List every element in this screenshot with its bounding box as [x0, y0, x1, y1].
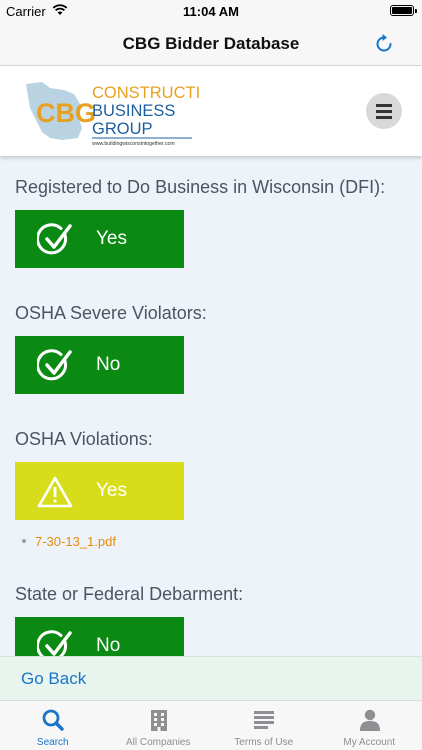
osha-violations-label: OSHA Violations:	[15, 429, 153, 449]
battery-icon	[390, 5, 417, 16]
checkmark-circle-icon	[37, 630, 72, 656]
go-back-button[interactable]: Go Back	[21, 669, 86, 689]
clock: 11:04 AM	[183, 4, 239, 19]
tab-bar: Search All Companies Terms of Use My Acc…	[0, 700, 422, 750]
tab-all-companies[interactable]: All Companies	[106, 701, 212, 750]
osha-violations-status-box: Yes	[15, 462, 184, 520]
tab-my-account-label: My Account	[343, 737, 396, 748]
tab-search[interactable]: Search	[0, 701, 106, 750]
dfi-status-value: Yes	[96, 228, 127, 249]
logo-initials: CBG	[36, 98, 96, 128]
attachment-list: 7-30-13_1.pdf	[15, 534, 422, 549]
logo-url: www.buildingwisconsintogether.com	[92, 141, 175, 147]
navigation-bar: CBG Bidder Database	[0, 22, 422, 66]
logo-line3: GROUP	[92, 120, 153, 138]
tab-all-companies-label: All Companies	[126, 737, 191, 748]
debarment-status-value: No	[96, 635, 121, 656]
osha-severe-status-box: No	[15, 336, 184, 394]
cbg-logo: CBG CONSTRUCTION BUSINESS GROUP www.buil…	[26, 82, 200, 147]
app-header: CBG CONSTRUCTION BUSINESS GROUP www.buil…	[0, 66, 422, 156]
menu-button[interactable]	[366, 93, 402, 129]
checkmark-circle-icon	[37, 349, 72, 381]
warning-triangle-icon	[37, 476, 73, 508]
search-icon	[42, 709, 64, 731]
osha-severe-label: OSHA Severe Violators:	[15, 303, 207, 323]
debarment-status-box: No	[15, 617, 184, 656]
osha-violations-status-value: Yes	[96, 480, 127, 501]
company-details: Registered to Do Business in Wisconsin (…	[0, 156, 422, 656]
logo-line2: BUSINESS	[92, 102, 175, 120]
osha-severe-status-value: No	[96, 354, 121, 375]
dfi-status-box: Yes	[15, 210, 184, 268]
debarment-label: State or Federal Debarment:	[15, 584, 244, 604]
attachment-link[interactable]: 7-30-13_1.pdf	[22, 534, 422, 549]
refresh-icon[interactable]	[372, 32, 396, 56]
dfi-label: Registered to Do Business in Wisconsin (…	[15, 177, 386, 197]
go-back-bar: Go Back	[0, 656, 422, 700]
hamburger-line	[376, 116, 392, 119]
document-lines-icon	[254, 711, 274, 729]
page-title: CBG Bidder Database	[122, 34, 300, 53]
tab-terms-label: Terms of Use	[234, 737, 294, 748]
checkmark-circle-icon	[37, 223, 72, 255]
person-icon	[359, 709, 380, 731]
tab-my-account[interactable]: My Account	[317, 701, 422, 750]
status-bar: Carrier 11:04 AM	[0, 0, 422, 22]
hamburger-menu-icon	[376, 104, 392, 107]
building-icon	[150, 710, 167, 731]
tab-search-label: Search	[36, 737, 69, 748]
hamburger-line	[376, 110, 392, 113]
tab-terms-of-use[interactable]: Terms of Use	[211, 701, 317, 750]
logo-line1: CONSTRUCTION	[92, 84, 200, 102]
